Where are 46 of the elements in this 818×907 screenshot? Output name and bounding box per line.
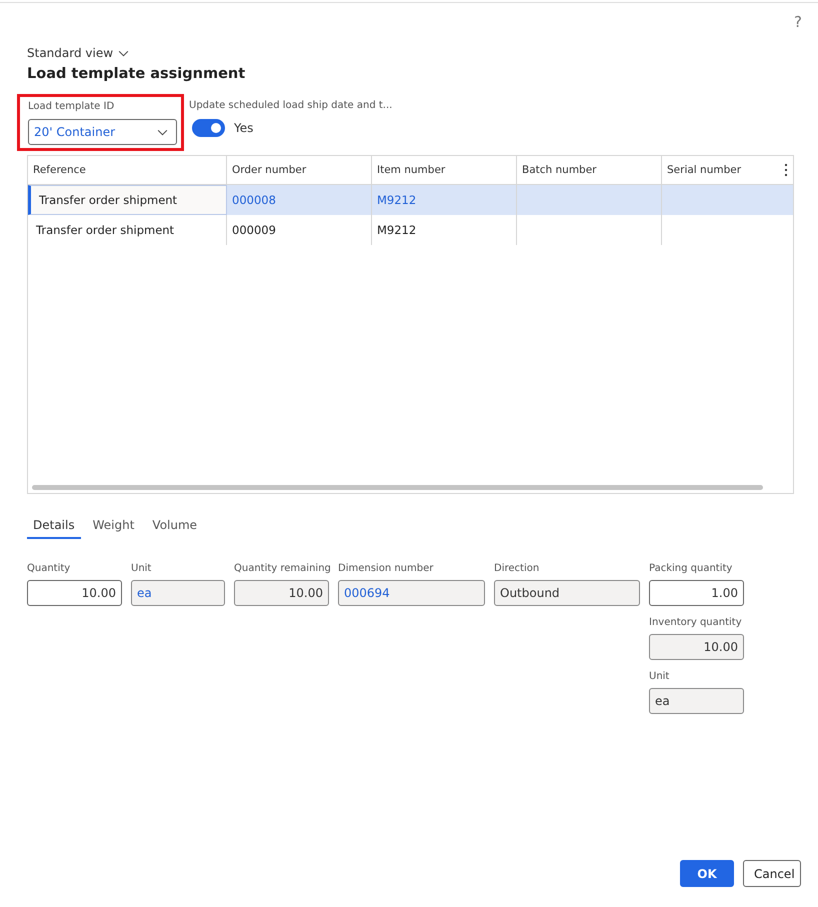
input-field[interactable]: 10.00 [27,580,122,606]
table-cell: Transfer order shipment [28,185,227,215]
more-icon[interactable] [784,163,788,177]
cancel-button[interactable]: Cancel [743,860,801,887]
template-dropdown[interactable]: 20' Container [28,119,177,145]
input-field[interactable]: ea [131,580,225,606]
field-label: Quantity [27,563,72,576]
tab[interactable]: Details [27,516,81,539]
input-field[interactable]: 10.00 [234,580,329,606]
input-field[interactable]: 1.00 [649,580,744,606]
table-cell: 000008 [227,185,372,215]
page-title: Load template assignment [27,66,246,82]
input-field[interactable]: 10.00 [649,634,744,660]
scrollbar-thumb[interactable] [32,485,763,490]
column-header[interactable]: Order number [227,156,372,184]
field-label: Packing quantity [649,563,734,576]
input-field[interactable]: 000694 [338,580,485,606]
help-button[interactable]: ? [794,11,802,33]
field-label: Update scheduled load ship date and t... [189,100,392,113]
table-cell: M9212 [372,185,517,215]
input-field[interactable]: Outbound [494,580,640,606]
field-label: Quantity remaining [234,563,329,576]
field-label: Dimension number [338,563,434,576]
toggle-switch[interactable] [192,119,225,137]
chevron-down-icon [157,128,168,136]
table-row[interactable]: Transfer order shipment 000009 M9212 [28,215,793,245]
toggle-text: Yes [234,121,254,135]
view-selector[interactable]: Standard view [27,46,130,60]
table-cell: Transfer order shipment [28,215,227,245]
column-header[interactable]: Serial number [662,156,793,184]
column-header[interactable]: Item number [372,156,517,184]
table-cell: M9212 [372,215,517,245]
chevron-down-icon [118,50,130,56]
input-field[interactable]: ea [649,688,744,714]
field-label: Unit [131,563,152,576]
column-header[interactable]: Reference [28,156,227,184]
field-label: Direction [494,563,540,576]
field-label: Load template ID [28,101,116,114]
tab[interactable]: Volume [146,516,204,539]
field-label: Unit [649,671,670,684]
table-row[interactable]: Transfer order shipment 000008 M9212 [28,185,793,215]
table-cell: 000009 [227,215,372,245]
field-label: Inventory quantity [649,617,743,630]
ok-button[interactable]: OK [680,860,734,887]
tab[interactable]: Weight [86,516,140,539]
column-header[interactable]: Batch number [517,156,662,184]
